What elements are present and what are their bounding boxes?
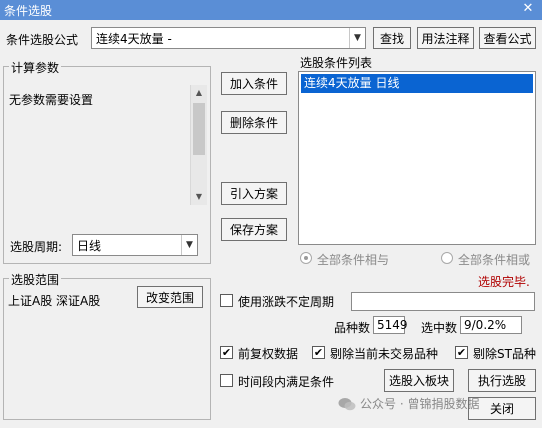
checkmark-icon: ✔ <box>221 346 232 359</box>
status-text: 选股完毕. <box>478 275 530 289</box>
scope-markets: 上证A股 深证A股 <box>8 294 101 308</box>
condition-list[interactable]: 连续4天放量 日线 <box>298 71 536 245</box>
selected-label: 选中数 <box>421 321 458 335</box>
formula-select-value: 连续4天放量 - <box>96 31 172 46</box>
count-value: 5149 <box>373 316 408 334</box>
scroll-down-icon[interactable]: ▼ <box>191 189 207 205</box>
list-item[interactable]: 连续4天放量 日线 <box>301 74 533 93</box>
radio-or-label: 全部条件相或 <box>458 253 531 267</box>
exclude-st-label: 剔除ST品种 <box>473 347 536 361</box>
variable-period-input[interactable] <box>351 292 535 311</box>
save-scheme-button[interactable]: 保存方案 <box>221 218 287 241</box>
scroll-up-icon[interactable]: ▲ <box>191 85 207 101</box>
window-title: 条件选股 <box>4 4 53 18</box>
add-condition-button[interactable]: 加入条件 <box>221 72 287 95</box>
count-label: 品种数 <box>334 321 371 335</box>
title-bar: 条件选股 ✕ <box>0 0 542 20</box>
find-button[interactable]: 查找 <box>373 27 411 49</box>
checkmark-icon: ✔ <box>456 346 467 359</box>
formula-label: 条件选股公式 <box>6 33 79 47</box>
close-icon[interactable]: ✕ <box>520 1 536 17</box>
watermark: 公众号 · 曾锦捐股数据 <box>338 395 479 412</box>
condition-list-label: 选股条件列表 <box>300 56 373 70</box>
usage-button[interactable]: 用法注释 <box>417 27 474 49</box>
scope-group-label: 选股范围 <box>9 271 62 288</box>
watermark-text: 公众号 · 曾锦捐股数据 <box>360 397 480 411</box>
time-range-label: 时间段内满足条件 <box>238 375 335 389</box>
radio-and[interactable] <box>300 252 312 264</box>
chevron-down-icon[interactable]: ▼ <box>349 28 365 48</box>
import-scheme-button[interactable]: 引入方案 <box>221 182 287 205</box>
params-group-label: 计算参数 <box>9 59 62 76</box>
variable-period-label: 使用涨跌不定周期 <box>238 295 335 309</box>
run-button[interactable]: 执行选股 <box>468 369 536 392</box>
radio-or[interactable] <box>441 252 453 264</box>
period-select-value: 日线 <box>77 238 102 253</box>
scroll-thumb[interactable] <box>193 103 205 155</box>
exclude-untraded-label: 剔除当前未交易品种 <box>330 347 439 361</box>
period-select[interactable]: 日线 ▼ <box>72 234 198 256</box>
time-range-checkbox[interactable] <box>220 374 233 387</box>
variable-period-checkbox[interactable] <box>220 294 233 307</box>
exclude-st-checkbox[interactable]: ✔ <box>455 346 468 359</box>
params-scrollbar[interactable]: ▲ ▼ <box>190 85 207 205</box>
change-scope-button[interactable]: 改变范围 <box>137 286 203 308</box>
pre-adjusted-checkbox[interactable]: ✔ <box>220 346 233 359</box>
to-block-button[interactable]: 选股入板块 <box>384 369 454 392</box>
params-message: 无参数需要设置 <box>9 93 94 107</box>
pre-adjusted-label: 前复权数据 <box>238 347 299 361</box>
delete-condition-button[interactable]: 删除条件 <box>221 111 287 134</box>
formula-select[interactable]: 连续4天放量 - ▼ <box>91 27 366 49</box>
selected-value: 9/0.2% <box>460 316 522 334</box>
chevron-down-icon[interactable]: ▼ <box>181 235 197 255</box>
radio-and-label: 全部条件相与 <box>317 253 390 267</box>
view-formula-button[interactable]: 查看公式 <box>479 27 536 49</box>
exclude-untraded-checkbox[interactable]: ✔ <box>312 346 325 359</box>
wechat-icon <box>338 397 356 410</box>
period-label: 选股周期: <box>10 240 63 254</box>
checkmark-icon: ✔ <box>313 346 324 359</box>
